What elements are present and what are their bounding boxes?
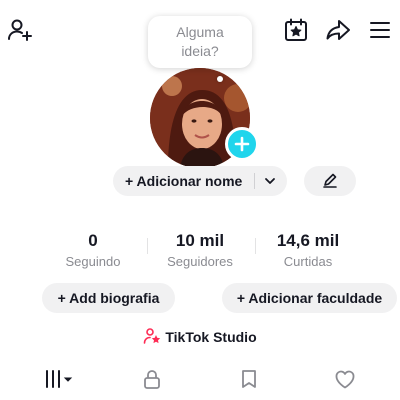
stat-likes[interactable]: 14,6 mil Curtidas <box>258 231 358 269</box>
stat-divider <box>255 238 256 254</box>
chevron-down-icon[interactable] <box>263 174 277 191</box>
stat-following[interactable]: 0 Seguindo <box>43 231 143 269</box>
heart-icon <box>333 368 357 395</box>
followers-count: 10 mil <box>175 231 225 250</box>
lock-icon <box>141 368 163 395</box>
studio-icon <box>143 327 165 348</box>
add-bio-button[interactable]: + Add biografia <box>42 283 175 313</box>
add-friend-icon[interactable] <box>4 14 36 46</box>
hamburger-menu-icon[interactable] <box>364 14 396 46</box>
stat-followers[interactable]: 10 mil Seguidores <box>150 231 250 269</box>
likes-count: 14,6 mil <box>276 231 340 250</box>
calendar-star-icon[interactable] <box>280 14 312 46</box>
following-count: 0 <box>88 231 98 250</box>
add-name-button[interactable]: + Adicionar nome <box>113 166 287 196</box>
divider <box>254 173 255 189</box>
note-bubble[interactable]: Alguma ideia? <box>148 16 252 68</box>
tab-videos[interactable] <box>38 366 78 396</box>
studio-label: TikTok Studio <box>165 329 257 345</box>
note-text: Alguma ideia? <box>176 24 224 59</box>
followers-label: Seguidores <box>167 254 233 269</box>
note-bubble-tail <box>217 76 223 82</box>
add-avatar-button[interactable] <box>225 127 259 161</box>
add-college-label: + Adicionar faculdade <box>236 290 383 306</box>
bookmark-icon <box>238 368 260 395</box>
share-arrow-icon[interactable] <box>322 14 354 46</box>
following-label: Seguindo <box>65 254 121 269</box>
edit-profile-button[interactable] <box>304 166 356 196</box>
add-bio-label: + Add biografia <box>57 290 160 306</box>
add-name-label: + Adicionar nome <box>125 173 243 189</box>
videos-grid-icon <box>42 369 74 394</box>
likes-label: Curtidas <box>283 254 333 269</box>
pencil-icon <box>322 172 338 191</box>
tab-private[interactable] <box>132 366 172 396</box>
stat-divider <box>147 238 148 254</box>
tab-favorites[interactable] <box>229 366 269 396</box>
tiktok-studio-link[interactable]: TikTok Studio <box>100 326 300 348</box>
add-college-button[interactable]: + Adicionar faculdade <box>222 283 397 313</box>
tab-liked[interactable] <box>325 366 365 396</box>
